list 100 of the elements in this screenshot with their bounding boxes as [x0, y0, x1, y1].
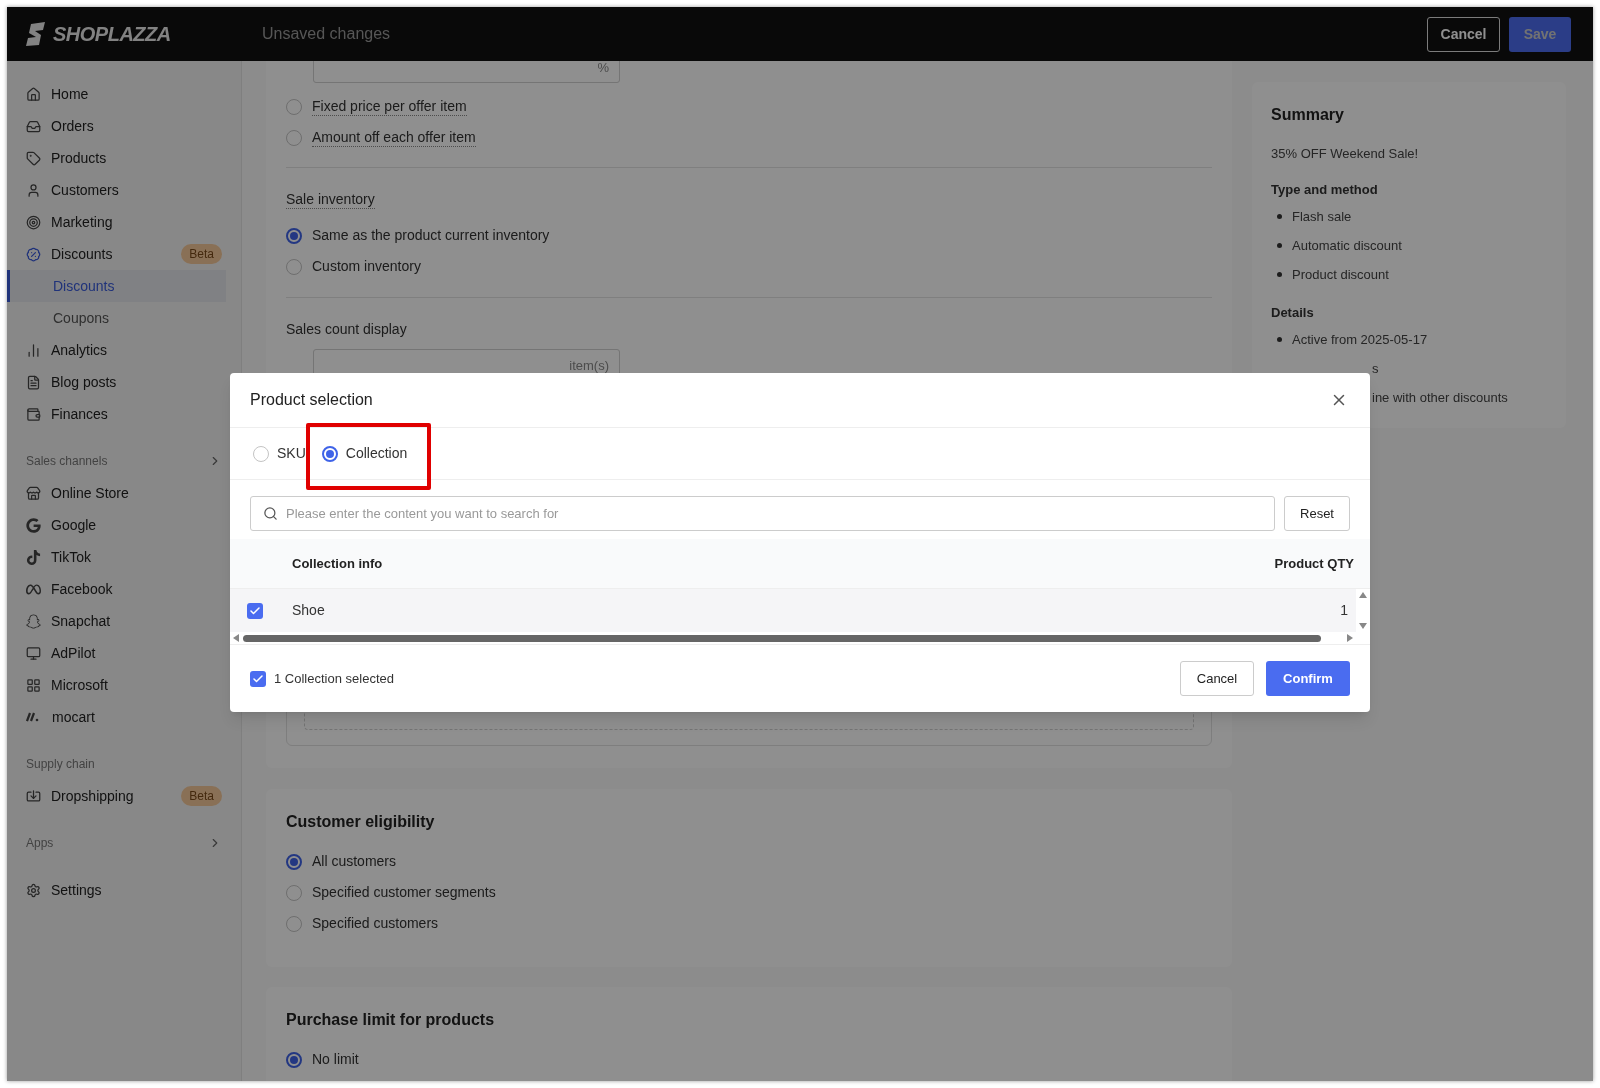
tag-icon	[26, 150, 41, 166]
nav-item[interactable]: AdPilot	[7, 637, 226, 669]
import-icon	[26, 788, 41, 804]
cancel-button[interactable]: Cancel	[1180, 661, 1254, 696]
card-title: Customer eligibility	[286, 812, 436, 832]
radio-button[interactable]	[286, 258, 302, 275]
nav-subitem[interactable]: Discounts	[7, 270, 226, 302]
g-letter-icon	[26, 517, 41, 533]
radio-button[interactable]	[253, 445, 269, 462]
section-label: Sale inventory	[286, 189, 375, 209]
percent-tag-icon	[26, 246, 41, 262]
nav-item[interactable]: Discounts Beta	[7, 238, 226, 270]
radio-button[interactable]	[321, 445, 338, 462]
checkbox[interactable]	[247, 602, 263, 619]
radio-button[interactable]	[286, 915, 302, 932]
summary-item: Product discount	[1292, 265, 1389, 284]
document-icon	[26, 374, 41, 390]
nav-item[interactable]: Dropshipping Beta	[7, 780, 226, 812]
table-row[interactable]: Shoe 1	[230, 589, 1356, 632]
unit-suffix: item(s)	[569, 357, 609, 375]
scroll-right-icon[interactable]	[1347, 634, 1353, 642]
nav-item[interactable]: Settings	[7, 874, 226, 906]
option-label: Specified customer segments	[312, 883, 496, 902]
nav-item[interactable]: Products	[7, 142, 226, 174]
value-field[interactable]: %	[313, 61, 620, 83]
monitor-icon	[26, 645, 41, 661]
bullet-icon	[1277, 214, 1282, 219]
table-cell-text: 1	[1340, 601, 1348, 620]
wallet-icon	[26, 406, 41, 422]
search-field[interactable]: Please enter the content you want to search for	[250, 496, 1275, 531]
checkbox[interactable]	[250, 670, 266, 687]
beta-badge: Beta	[181, 786, 222, 806]
nav-item[interactable]: Home	[7, 78, 226, 110]
checkmark-icon	[249, 604, 261, 617]
unit-suffix: %	[597, 61, 609, 78]
nav-subitem[interactable]: Coupons	[7, 302, 226, 334]
summary-item: Automatic discount	[1292, 236, 1402, 255]
card-title: Purchase limit for products	[286, 1010, 496, 1030]
nav-item[interactable]: Google	[7, 509, 226, 541]
house-icon	[26, 86, 41, 102]
search-input[interactable]: Please enter the content you want to search for	[286, 503, 1274, 524]
summary-item: Active from 2025-05-17	[1292, 330, 1428, 349]
radio-button[interactable]	[286, 129, 302, 146]
reset-button[interactable]: Reset	[1284, 496, 1350, 531]
table-cell-text: Shoe	[292, 601, 326, 620]
section-heading: Supply chain	[26, 756, 95, 773]
cancel-button[interactable]: Cancel	[1427, 16, 1500, 52]
search-icon	[263, 506, 278, 521]
summary-item: s	[1372, 359, 1379, 378]
store-icon	[26, 485, 41, 501]
confirm-button[interactable]: Confirm	[1266, 661, 1350, 696]
option-label: SKU	[277, 444, 306, 463]
nav-item[interactable]: Snapchat	[7, 605, 226, 637]
ghost-icon	[26, 613, 41, 629]
option-label: Amount off each offer item	[312, 128, 476, 147]
option-label: No limit	[312, 1050, 359, 1069]
radio-button[interactable]	[286, 227, 302, 244]
music-note-icon	[26, 549, 41, 565]
nav-item[interactable]: Facebook	[7, 573, 226, 605]
radio-button[interactable]	[286, 884, 302, 901]
page-status: Unsaved changes	[262, 24, 392, 44]
nav-item[interactable]: Customers	[7, 174, 226, 206]
summary-subtitle: Type and method	[1271, 181, 1379, 199]
bullet-icon	[1277, 272, 1282, 277]
bullet-icon	[1277, 337, 1282, 342]
tray-icon	[26, 118, 41, 134]
nav-item[interactable]: Online Store	[7, 477, 226, 509]
radio-button[interactable]	[286, 98, 302, 115]
section-label: Sales count display	[286, 319, 407, 339]
nav-item[interactable]: Analytics	[7, 334, 226, 366]
summary-item: Flash sale	[1292, 207, 1352, 226]
selection-count: 1 Collection selected	[274, 669, 395, 688]
scroll-down-icon[interactable]	[1359, 623, 1367, 629]
target-icon	[26, 214, 41, 230]
radio-button[interactable]	[286, 1051, 302, 1068]
nav-item[interactable]: Microsoft	[7, 669, 226, 701]
nav-item[interactable]: Blog posts	[7, 366, 226, 398]
option-label: Same as the product current inventory	[312, 226, 550, 245]
option-label: Custom inventory	[312, 257, 421, 276]
scroll-up-icon[interactable]	[1359, 592, 1367, 598]
radio-button[interactable]	[286, 853, 302, 870]
section-heading: Sales channels	[26, 453, 108, 470]
dialog-title: Product selection	[250, 390, 373, 410]
nav-item[interactable]: Finances	[7, 398, 226, 430]
grid-icon	[26, 677, 41, 693]
bar-chart-icon	[26, 342, 41, 358]
summary-subtitle: Details	[1271, 304, 1315, 322]
nav-item[interactable]: mocart	[7, 701, 226, 733]
option-label: Fixed price per offer item	[312, 97, 467, 116]
option-label: All customers	[312, 852, 397, 871]
nav-item[interactable]: Orders	[7, 110, 226, 142]
column-header: Product QTY	[1274, 554, 1354, 573]
nav-item[interactable]: TikTok	[7, 541, 226, 573]
summary-item: ine with other discounts	[1372, 388, 1508, 407]
nav-item[interactable]: Marketing	[7, 206, 226, 238]
checkmark-icon	[252, 672, 264, 685]
discount-name: 35% OFF Weekend Sale!	[1271, 145, 1420, 163]
option-label: Collection	[345, 444, 408, 463]
settings-icon	[26, 882, 41, 898]
scroll-left-icon[interactable]	[233, 634, 239, 642]
